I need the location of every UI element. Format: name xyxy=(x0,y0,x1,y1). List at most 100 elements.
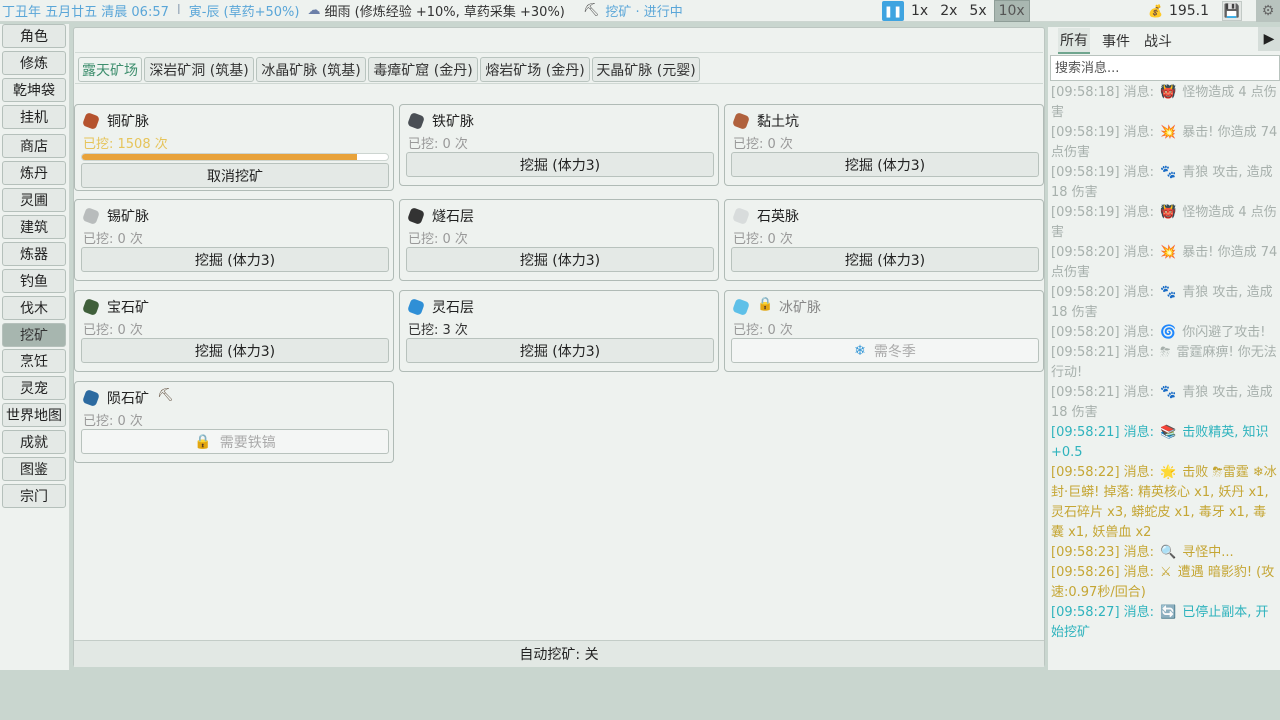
ore-icon xyxy=(82,112,100,130)
mine-location-tabs: 露天矿场 深岩矿洞 (筑基) 冰晶矿脉 (筑基) 毒瘴矿窟 (金丹) 熔岩矿场 (金丹)… xyxy=(75,52,1043,84)
log-icon: 📚 xyxy=(1160,425,1177,440)
ore-icon xyxy=(407,112,425,130)
sidebar-item[interactable]: 宗门 xyxy=(2,484,66,508)
mining-panel: 露天矿场 深岩矿洞 (筑基) 冰晶矿脉 (筑基) 毒瘴矿窟 (金丹) 熔岩矿场 (金丹)… xyxy=(73,27,1045,667)
log-line: [09:58:27] 消息: 🔄 已停止副本, 开始挖矿 xyxy=(1051,603,1279,643)
mine-card: 铜矿脉 已挖: 1508 次取消挖矿 xyxy=(74,104,394,191)
sidebar-item[interactable]: 修炼 xyxy=(2,51,66,75)
sidebar-item[interactable]: 商店 xyxy=(2,134,66,158)
speed-1x-button[interactable]: 1x xyxy=(906,0,933,22)
log-timestamp: [09:58:26] 消息: xyxy=(1051,565,1155,580)
lock-icon: 🔒 xyxy=(194,433,212,450)
speed-controls: ❚❚ 1x 2x 5x 10x xyxy=(882,0,1030,22)
mine-button[interactable]: 挖掘 (体力3) xyxy=(731,152,1039,177)
ore-name: 黏土坑 xyxy=(757,114,799,130)
ore-name: 陨石矿 xyxy=(107,391,149,407)
button-label: 挖掘 (体力3) xyxy=(519,343,601,360)
play-button[interactable]: ▶ xyxy=(1258,27,1280,51)
log-line: [09:58:26] 消息: ⚔ 遭遇 暗影豹! (攻速:0.97秒/回合) xyxy=(1051,563,1279,603)
ore-name: 石英脉 xyxy=(757,209,799,225)
log-timestamp: [09:58:19] 消息: xyxy=(1051,165,1155,180)
ore-name: 铁矿脉 xyxy=(432,114,474,130)
log-timestamp: [09:58:21] 消息: xyxy=(1051,345,1155,360)
log-timestamp: [09:58:20] 消息: xyxy=(1051,285,1155,300)
log-timestamp: [09:58:19] 消息: xyxy=(1051,125,1155,140)
log-icon: 🔄 xyxy=(1160,605,1177,620)
log-line: [09:58:21] 消息: 📚 击败精英, 知识 +0.5 xyxy=(1051,423,1279,463)
sidebar-item[interactable]: 挂机 xyxy=(2,105,66,129)
sidebar-item[interactable]: 炼丹 xyxy=(2,161,66,185)
log-tab-combat[interactable]: 战斗 xyxy=(1142,28,1174,54)
weather-status: 细雨 (修炼经验 +10%, 草药采集 +30%) xyxy=(324,5,565,20)
sidebar-item[interactable]: 图鉴 xyxy=(2,457,66,481)
log-line: [09:58:20] 消息: 🌀 你闪避了攻击! xyxy=(1051,323,1279,343)
mine-button[interactable]: 挖掘 (体力3) xyxy=(731,247,1039,272)
save-button[interactable]: 💾 xyxy=(1222,1,1242,21)
mining-progress-bar xyxy=(81,153,389,161)
mine-card: 灵石层 已挖: 3 次挖掘 (体力3) xyxy=(399,290,719,372)
log-timestamp: [09:58:20] 消息: xyxy=(1051,325,1155,340)
mine-card: 石英脉已挖: 0 次挖掘 (体力3) xyxy=(724,199,1044,281)
sidebar-item[interactable]: 成就 xyxy=(2,430,66,454)
mine-button[interactable]: 挖掘 (体力3) xyxy=(81,247,389,272)
sidebar-item[interactable]: 烹饪 xyxy=(2,349,66,373)
mine-card: 宝石矿 已挖: 0 次挖掘 (体力3) xyxy=(74,290,394,372)
button-label: 挖掘 (体力3) xyxy=(519,157,601,174)
game-date: 丁丑年 五月廿五 清晨 06:57 xyxy=(2,5,169,20)
log-message: 你闪避了攻击! xyxy=(1182,325,1266,340)
sidebar-item[interactable]: 挖矿 xyxy=(2,323,66,347)
speed-5x-button[interactable]: 5x xyxy=(964,0,991,22)
auto-mining-toggle[interactable]: 自动挖矿: 关 xyxy=(74,640,1044,667)
button-label: 挖掘 (体力3) xyxy=(844,157,926,174)
log-message: 寻怪中... xyxy=(1182,545,1234,560)
ore-name: 锡矿脉 xyxy=(107,209,149,225)
sidebar-item[interactable]: 建筑 xyxy=(2,215,66,239)
pause-button[interactable]: ❚❚ xyxy=(882,1,904,21)
sidebar-item[interactable]: 炼器 xyxy=(2,242,66,266)
ore-icon xyxy=(732,207,750,225)
ore-icon xyxy=(82,207,100,225)
log-line: [09:58:20] 消息: 🐾 青狼 攻击, 造成 18 伤害 xyxy=(1051,283,1279,323)
save-icon: 💾 xyxy=(1223,3,1241,19)
mine-tab[interactable]: 深岩矿洞 (筑基) xyxy=(144,57,254,82)
sidebar-item[interactable]: 钓鱼 xyxy=(2,269,66,293)
mine-tab[interactable]: 冰晶矿脉 (筑基) xyxy=(256,57,366,82)
money-display: 💰 195.1 xyxy=(1148,0,1209,22)
settings-button[interactable]: ⚙ xyxy=(1256,0,1280,22)
sidebar-item[interactable]: 乾坤袋 xyxy=(2,78,66,102)
log-icon: 👹 xyxy=(1160,205,1177,220)
speed-2x-button[interactable]: 2x xyxy=(935,0,962,22)
cancel-mining-button[interactable]: 取消挖矿 xyxy=(81,163,389,188)
ore-name: 燧石层 xyxy=(432,209,474,225)
mine-tab[interactable]: 毒瘴矿窟 (金丹) xyxy=(368,57,478,82)
button-label: 挖掘 (体力3) xyxy=(194,252,276,269)
log-line: [09:58:23] 消息: 🔍 寻怪中... xyxy=(1051,543,1279,563)
log-icon: 💥 xyxy=(1160,245,1177,260)
mine-button[interactable]: 挖掘 (体力3) xyxy=(406,338,714,363)
sidebar-item[interactable]: 灵圃 xyxy=(2,188,66,212)
log-tab-all[interactable]: 所有 xyxy=(1058,28,1090,54)
sidebar-item[interactable]: 灵宠 xyxy=(2,376,66,400)
log-icon: 💥 xyxy=(1160,125,1177,140)
log-search-input[interactable] xyxy=(1050,55,1280,81)
mine-count: 已挖: 0 次 xyxy=(733,232,793,247)
log-line: [09:58:19] 消息: 🐾 青狼 攻击, 造成 18 伤害 xyxy=(1051,163,1279,203)
log-timestamp: [09:58:22] 消息: xyxy=(1051,465,1155,480)
sidebar-item[interactable]: 伐木 xyxy=(2,296,66,320)
mine-button[interactable]: 挖掘 (体力3) xyxy=(81,338,389,363)
mine-tab[interactable]: 露天矿场 xyxy=(78,57,142,82)
button-label: 需要铁镐 xyxy=(219,434,276,451)
log-tab-events[interactable]: 事件 xyxy=(1100,28,1132,54)
log-icon: ⚔ xyxy=(1160,565,1172,580)
sidebar-item[interactable]: 角色 xyxy=(2,24,66,48)
mine-count: 已挖: 3 次 xyxy=(408,323,468,338)
time-period: 寅-辰 (草药+50%) xyxy=(188,5,300,20)
mine-count: 已挖: 0 次 xyxy=(408,137,468,152)
sidebar-item[interactable]: 世界地图 xyxy=(2,403,66,427)
mine-button[interactable]: 挖掘 (体力3) xyxy=(406,247,714,272)
mine-tab[interactable]: 天晶矿脉 (元婴) xyxy=(592,57,700,82)
top-status-bar: 丁丑年 五月廿五 清晨 06:57 I 寅-辰 (草药+50%) ☁ 细雨 (修… xyxy=(0,0,1280,22)
mine-button[interactable]: 挖掘 (体力3) xyxy=(406,152,714,177)
speed-10x-button[interactable]: 10x xyxy=(993,0,1030,22)
mine-tab[interactable]: 熔岩矿场 (金丹) xyxy=(480,57,590,82)
